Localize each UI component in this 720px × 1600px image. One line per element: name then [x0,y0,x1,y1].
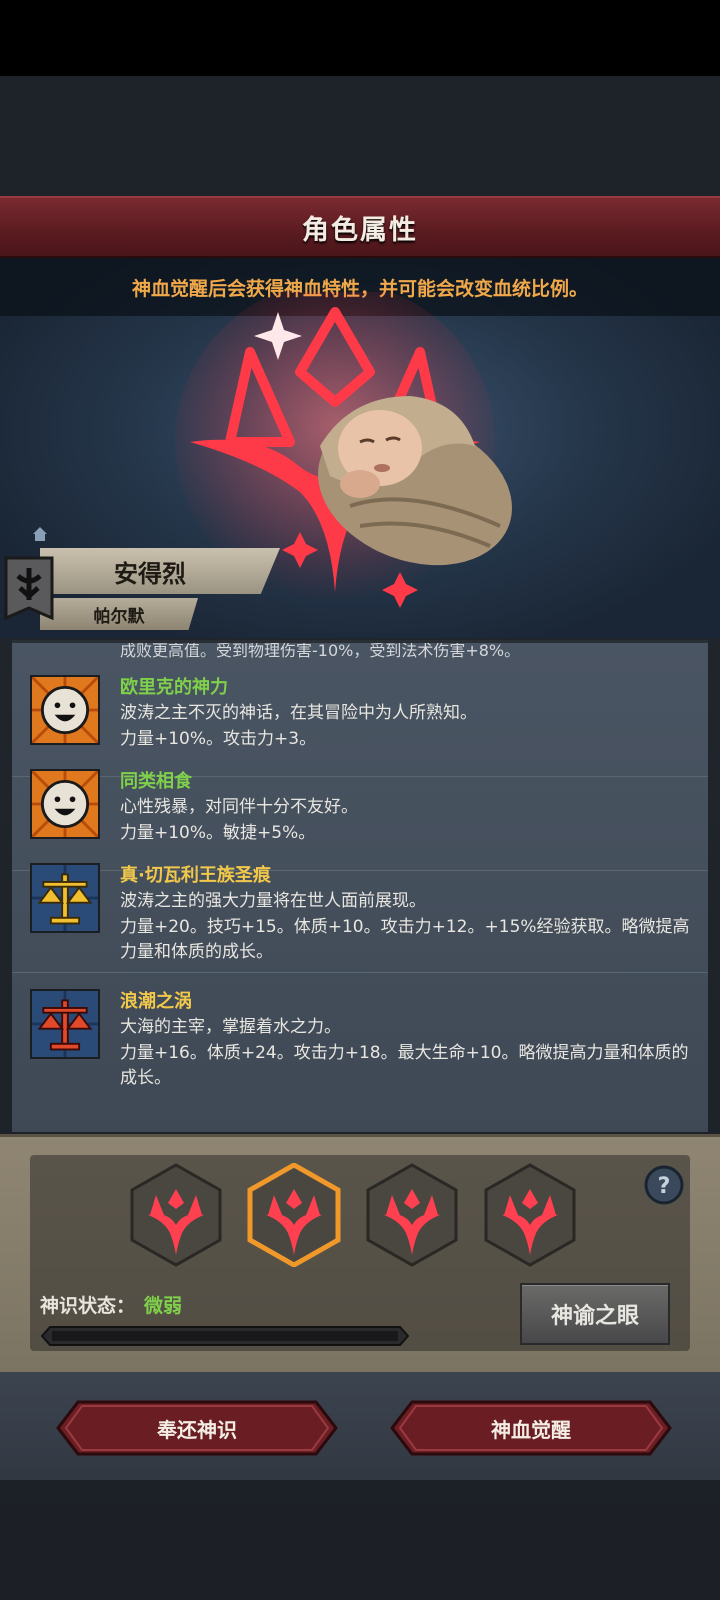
divine-blood-awaken-button[interactable]: 神血觉醒 [390,1400,672,1456]
smiley-face-icon [30,769,100,839]
trait-name: 真·切瓦利王族圣痕 [120,865,271,886]
trait-partial-text: 成败更高值。受到物理伤害-10%，受到法术伤害+8%。 [120,641,521,660]
oracle-eye-label: 神谕之眼 [550,1304,639,1329]
trait-list[interactable]: 成败更高值。受到物理伤害-10%，受到法术伤害+8%。 欧里克的神力 波涛之主不… [12,640,708,1132]
trait-desc: 大海的主宰，掌握着水之力。 [120,1017,341,1037]
status-bar [0,0,720,76]
awareness-status-label: 神识状态： [40,1295,136,1317]
trait-desc: 波涛之主的强大力量将在世人面前展现。 [120,891,426,911]
action-bar: 奉还神识 神血觉醒 [0,1372,720,1480]
trait-name: 浪潮之涡 [120,991,192,1012]
trait-desc: 波涛之主不灭的神话，在其冒险中为人所熟知。 [120,703,477,723]
divine-blood-awaken-label: 神血觉醒 [491,1417,571,1442]
scales-icon [30,989,100,1059]
awareness-progress-bar [40,1326,410,1346]
bloodline-slot-2[interactable] [246,1163,342,1267]
trait-name: 欧里克的神力 [120,677,228,698]
character-name-banner: 安得烈 [40,548,280,594]
trait-effect: 力量+16。体质+24。攻击力+18。最大生命+10。略微提高力量和体质的成长。 [120,1043,689,1088]
character-name-plate: 安得烈 帕尔默 [0,548,300,636]
trait-name: 同类相食 [120,771,192,792]
smiley-face-icon [30,675,100,745]
trait-item: 浪潮之涡 大海的主宰，掌握着水之力。 力量+16。体质+24。攻击力+18。最大… [12,973,708,1099]
home-icon [33,527,47,541]
trait-effect: 力量+20。技巧+15。体质+10。攻击力+12。+15%经验获取。略微提高力量… [120,917,690,962]
awakening-panel: ? 神识状态： 微弱 神谕之眼 [0,1134,720,1372]
family-crest-icon [4,556,54,621]
svg-text:?: ? [658,1174,671,1199]
character-name: 安得烈 [114,559,186,588]
return-awareness-label: 奉还神识 [157,1417,237,1442]
title-banner: 角色属性 [0,196,720,258]
awareness-status-value: 微弱 [144,1295,183,1317]
bloodline-slot-1[interactable] [128,1163,224,1267]
baby-portrait [318,396,512,566]
return-awareness-button[interactable]: 奉还神识 [56,1400,338,1456]
bloodline-slot-4[interactable] [482,1163,578,1267]
trait-effect: 力量+10%。攻击力+3。 [120,729,317,749]
character-subtitle-banner: 帕尔默 [40,598,198,630]
trait-desc: 心性残暴，对同伴十分不友好。 [120,797,358,817]
oracle-eye-button[interactable]: 神谕之眼 [520,1283,670,1345]
character-subtitle: 帕尔默 [93,606,145,627]
page-title: 角色属性 [302,214,418,246]
awakening-inner: ? 神识状态： 微弱 神谕之眼 [30,1155,690,1351]
scales-icon [30,863,100,933]
help-icon[interactable]: ? [644,1165,684,1205]
bloodline-slot-3[interactable] [364,1163,460,1267]
trait-item: 真·切瓦利王族圣痕 波涛之主的强大力量将在世人面前展现。 力量+20。技巧+15… [12,847,708,973]
trait-effect: 力量+10%。敏捷+5%。 [120,823,316,843]
